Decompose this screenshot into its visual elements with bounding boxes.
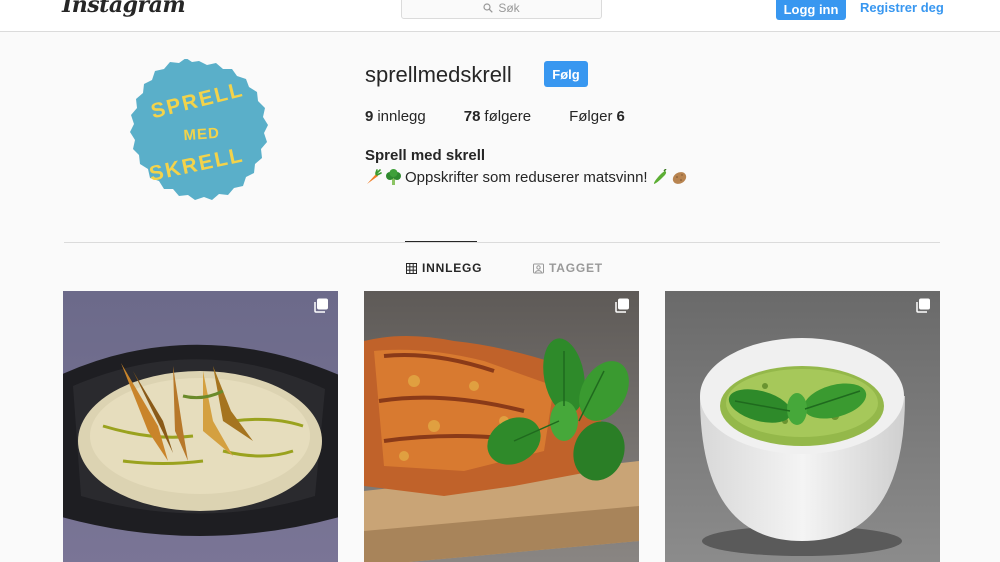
top-navigation: Instagram Søk Logg inn Registrer deg	[0, 0, 1000, 32]
post-image-pizza	[364, 291, 639, 562]
multiple-images-icon	[314, 298, 328, 313]
tab-posts[interactable]: INNLEGG	[406, 261, 482, 275]
followers-label: følgere	[484, 108, 532, 125]
cucumber-emoji-icon	[653, 169, 667, 184]
instagram-logo[interactable]: Instagram	[62, 0, 186, 18]
tab-tagged-label: TAGGET	[549, 261, 603, 275]
login-button[interactable]: Logg inn	[776, 0, 846, 20]
multiple-images-icon	[916, 298, 930, 313]
followers-count: 78	[463, 108, 481, 125]
bio-text: Oppskrifter som reduserer matsvinn!	[405, 169, 648, 186]
posts-count-stat: 9 innlegg	[365, 108, 426, 125]
following-count: 6	[616, 108, 625, 125]
profile-username: sprellmedskrell	[365, 62, 512, 87]
tab-tagged[interactable]: TAGGET	[533, 261, 603, 275]
profile-stats: 9 innlegg 78 følgere Følger 6	[365, 108, 625, 125]
multiple-images-icon	[615, 298, 629, 313]
posts-count: 9	[365, 108, 374, 125]
posts-label: innlegg	[377, 108, 426, 125]
follow-button[interactable]: Følg	[544, 61, 588, 87]
profile-full-name: Sprell med skrell	[365, 147, 486, 164]
search-icon	[483, 2, 494, 13]
broccoli-emoji-icon	[386, 169, 401, 185]
profile-bio: Oppskrifter som reduserer matsvinn!	[365, 169, 688, 186]
post-thumbnail-pizza[interactable]	[364, 291, 639, 562]
tabs-divider	[64, 242, 940, 243]
followers-stat[interactable]: 78 følgere	[464, 108, 531, 125]
post-image-soup	[63, 291, 338, 562]
post-thumbnail-soup[interactable]	[63, 291, 338, 562]
potato-emoji-icon	[672, 172, 686, 184]
profile-avatar[interactable]: SPRELL MED SKRELL	[128, 59, 270, 201]
active-tab-indicator	[405, 241, 477, 242]
search-placeholder: Søk	[498, 0, 520, 15]
grid-icon	[406, 262, 417, 274]
post-image-pesto	[665, 291, 940, 562]
following-label: Følger	[569, 108, 613, 125]
signup-link[interactable]: Registrer deg	[860, 0, 944, 15]
search-input[interactable]: Søk	[401, 0, 602, 19]
following-stat[interactable]: Følger 6	[569, 108, 625, 125]
post-thumbnail-pesto[interactable]	[665, 291, 940, 562]
carrot-emoji-icon	[367, 169, 382, 184]
avatar-text-middle: MED	[183, 125, 220, 144]
tab-posts-label: INNLEGG	[422, 261, 483, 275]
tagged-person-icon	[533, 263, 544, 273]
